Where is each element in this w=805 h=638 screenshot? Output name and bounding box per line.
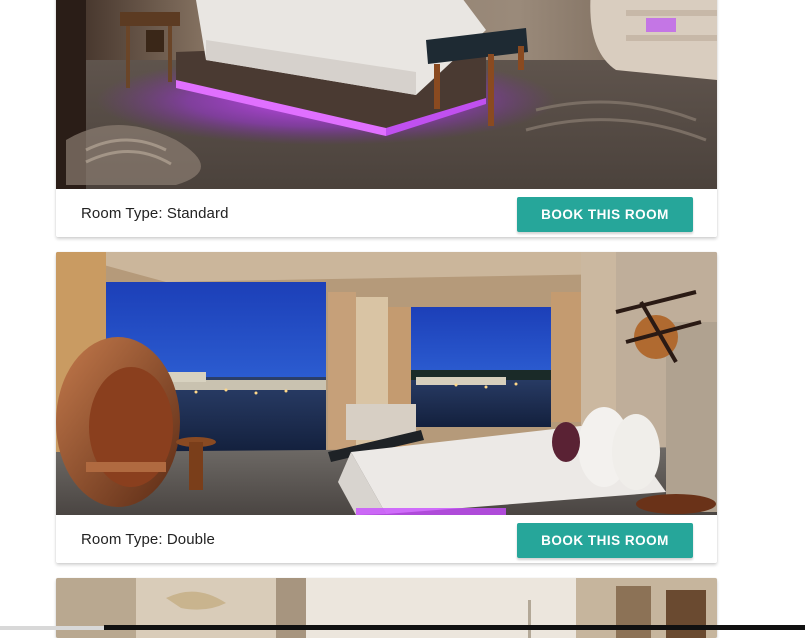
room-type-label: Room Type: Standard (81, 205, 229, 222)
room-photo (56, 252, 717, 515)
card-footer: Room Type: Double BOOK THIS ROOM (56, 515, 717, 563)
room-photo (56, 0, 717, 189)
room-card-standard: Room Type: Standard BOOK THIS ROOM (56, 0, 717, 237)
book-this-room-button[interactable]: BOOK THIS ROOM (517, 197, 693, 232)
room-type-label: Room Type: Double (81, 531, 215, 548)
room-card-double: Room Type: Double BOOK THIS ROOM (56, 252, 717, 563)
card-footer: Room Type: Standard BOOK THIS ROOM (56, 189, 717, 237)
book-this-room-button[interactable]: BOOK THIS ROOM (517, 523, 693, 558)
taskbar-edge (0, 626, 104, 630)
taskbar-strip (104, 625, 805, 630)
